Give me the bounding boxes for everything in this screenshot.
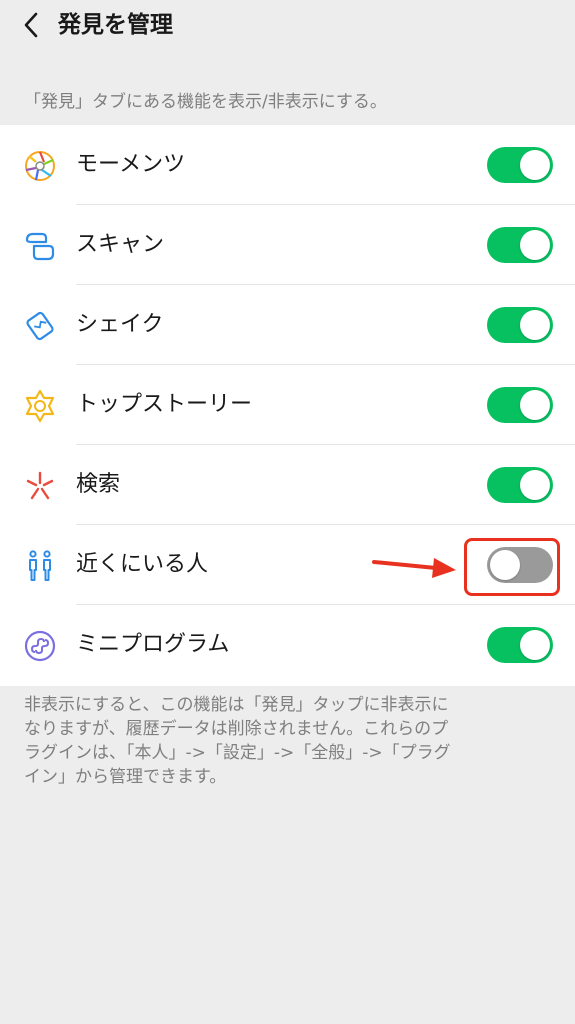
shake-icon bbox=[26, 311, 54, 341]
list-item-top-stories: トップストーリー bbox=[0, 365, 575, 445]
page-title: 発見を管理 bbox=[58, 12, 173, 38]
toggle-knob bbox=[520, 310, 550, 340]
toggle-knob bbox=[520, 150, 550, 180]
item-label: 近くにいる人 bbox=[76, 552, 209, 577]
footer-line: イン」から管理できます。 bbox=[24, 767, 227, 787]
moments-icon bbox=[25, 151, 55, 181]
feature-list: モーメンツ スキャン シェイク トップストーリー 検索 近くにいる人 ミニプログ… bbox=[0, 125, 575, 686]
footer-note: 非表示にすると、この機能は「発見」タップに非表示に なりますが、履歴データは削除… bbox=[24, 693, 554, 789]
search-toggle[interactable] bbox=[487, 467, 553, 503]
mini-program-icon bbox=[24, 630, 56, 662]
annotation-arrow-icon bbox=[372, 558, 456, 578]
footer-line: なりますが、履歴データは削除されません。これらのプ bbox=[24, 719, 449, 739]
item-label: スキャン bbox=[76, 232, 165, 257]
list-item-scan: スキャン bbox=[0, 205, 575, 285]
shake-toggle[interactable] bbox=[487, 307, 553, 343]
footer-line: 非表示にすると、この機能は「発見」タップに非表示に bbox=[24, 695, 449, 715]
back-button[interactable] bbox=[14, 8, 48, 42]
people-nearby-icon bbox=[29, 550, 51, 581]
list-item-search: 検索 bbox=[0, 445, 575, 525]
search-icon bbox=[26, 471, 54, 500]
scan-toggle[interactable] bbox=[487, 227, 553, 263]
item-label: トップストーリー bbox=[76, 392, 253, 417]
chevron-left-icon bbox=[24, 12, 38, 38]
footer-line: ラグインは、「本人」->「設定」->「全般」->「プラグ bbox=[24, 743, 451, 763]
scan-icon bbox=[25, 232, 55, 261]
list-item-moments: モーメンツ bbox=[0, 125, 575, 205]
item-label: ミニプログラム bbox=[76, 632, 230, 657]
top-stories-toggle[interactable] bbox=[487, 387, 553, 423]
mini-program-toggle[interactable] bbox=[487, 627, 553, 663]
item-label: シェイク bbox=[76, 312, 164, 337]
annotation-highlight-box bbox=[464, 538, 560, 596]
nav-header: 発見を管理 bbox=[0, 0, 575, 54]
top-stories-icon bbox=[25, 389, 55, 423]
item-label: 検索 bbox=[76, 472, 121, 497]
toggle-knob bbox=[520, 470, 550, 500]
moments-toggle[interactable] bbox=[487, 147, 553, 183]
item-label: モーメンツ bbox=[76, 152, 186, 177]
toggle-knob bbox=[520, 630, 550, 660]
toggle-knob bbox=[520, 390, 550, 420]
list-item-shake: シェイク bbox=[0, 285, 575, 365]
section-description: 「発見」タブにある機能を表示/非表示にする。 bbox=[24, 92, 387, 112]
list-item-mini-program: ミニプログラム bbox=[0, 605, 575, 685]
toggle-knob bbox=[520, 230, 550, 260]
